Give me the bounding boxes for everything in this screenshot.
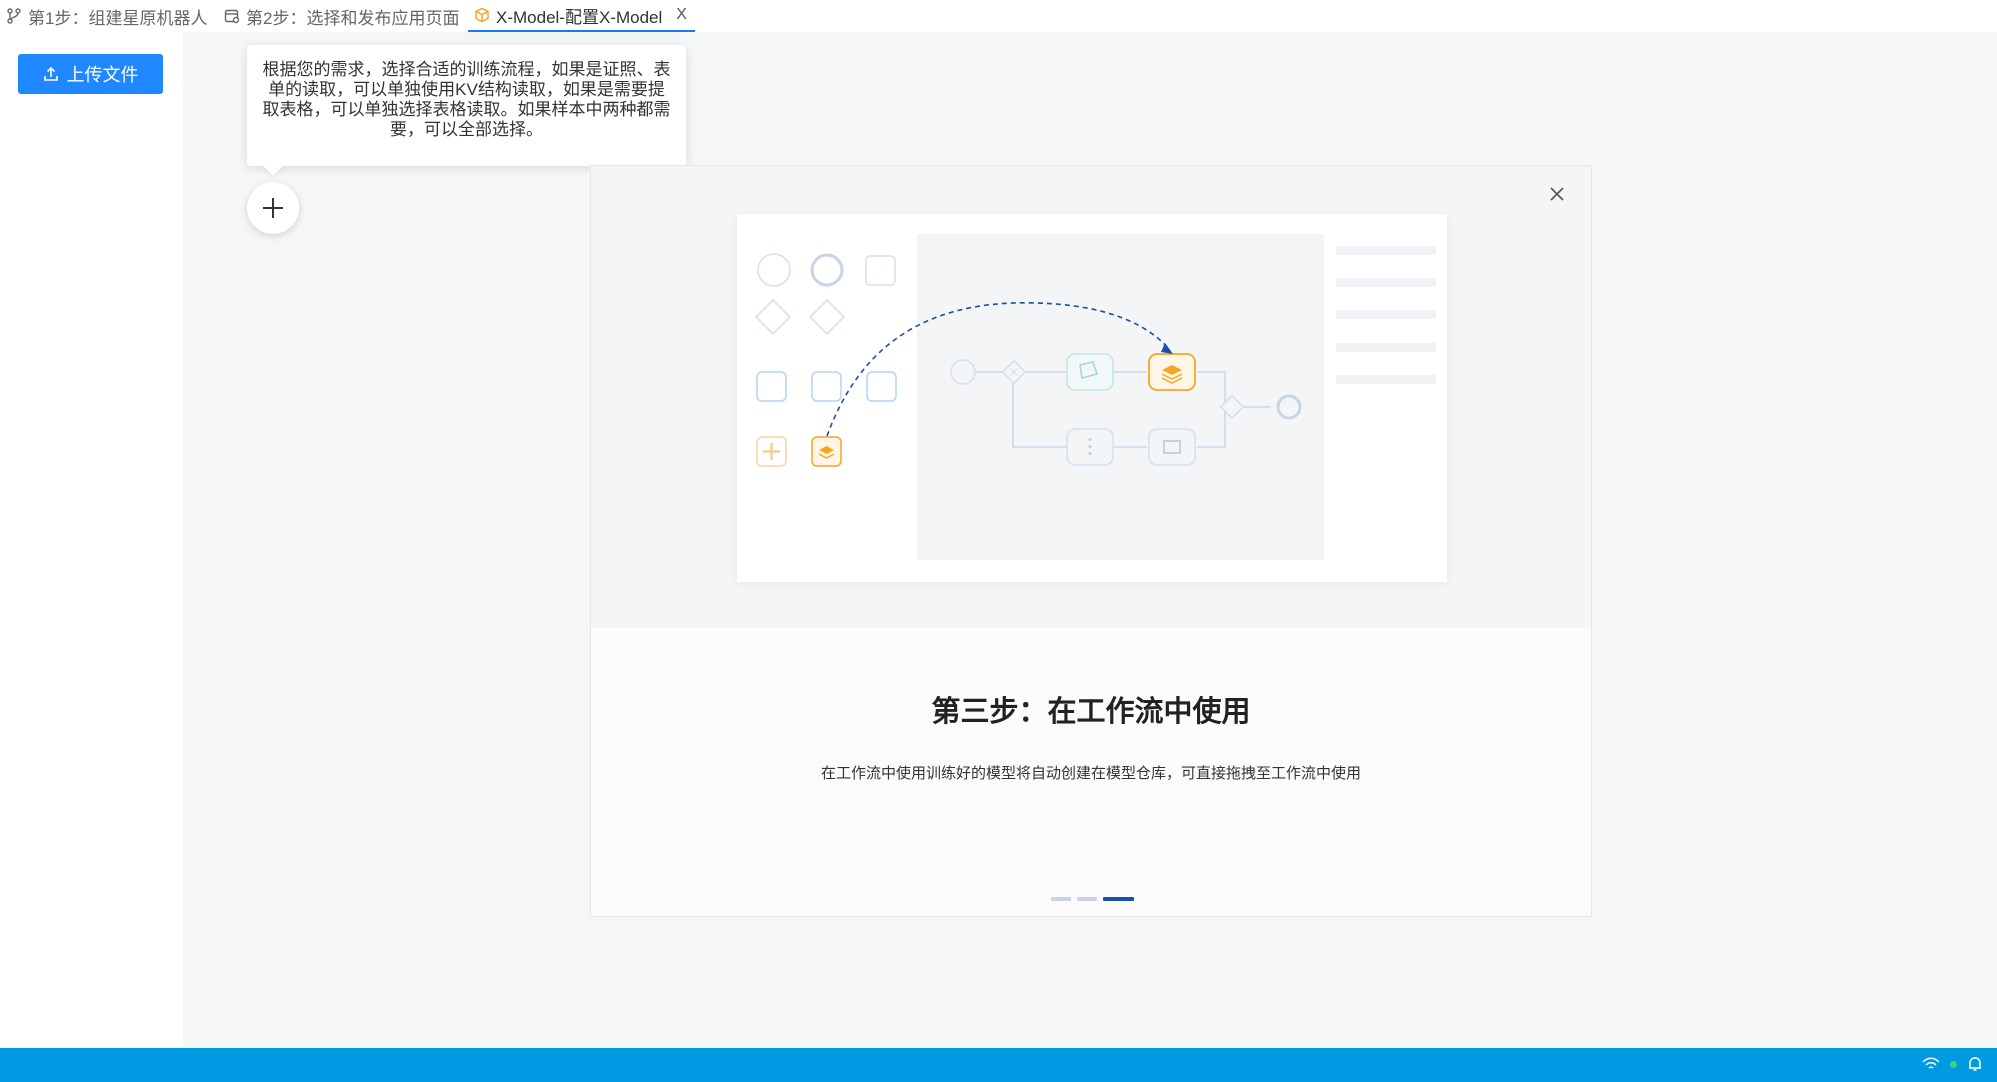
tooltip-text: 根据您的需求，选择合适的训练流程，如果是证照、表单的读取，可以单独使用KV结构读… bbox=[262, 60, 671, 139]
status-bar bbox=[0, 1048, 1997, 1082]
wifi-icon bbox=[1922, 1057, 1940, 1069]
add-button[interactable] bbox=[247, 182, 299, 234]
tooltip-arrow bbox=[262, 165, 284, 176]
flow-icon bbox=[7, 8, 21, 24]
step-dot-2[interactable] bbox=[1077, 897, 1097, 901]
workflow-illustration bbox=[737, 214, 1447, 582]
guide-title: 第三步：在工作流中使用 bbox=[931, 696, 1251, 728]
close-icon[interactable] bbox=[1543, 180, 1571, 208]
tab-label: 第2步：选择和发布应用页面 bbox=[246, 8, 460, 28]
guide-description: 在工作流中使用训练好的模型将自动创建在模型仓库，可直接拖拽至工作流中使用 bbox=[820, 765, 1361, 782]
tab-label: 第1步：组建星原机器人 bbox=[28, 8, 208, 28]
tab-step1[interactable]: 第1步：组建星原机器人 bbox=[6, 0, 207, 32]
upload-icon bbox=[43, 66, 58, 81]
upload-file-label: 上传文件 bbox=[66, 65, 139, 85]
tab-bar: 第1步：组建星原机器人 第2步：选择和发布应用页面 X-Model-配置X-Mo… bbox=[0, 0, 1997, 32]
step-dot-3[interactable] bbox=[1103, 897, 1134, 901]
guide-modal: 第三步：在工作流中使用 在工作流中使用训练好的模型将自动创建在模型仓库，可直接拖… bbox=[590, 165, 1592, 917]
status-dot-icon bbox=[1950, 1060, 1957, 1068]
cube-icon bbox=[475, 7, 489, 23]
tab-step2[interactable]: 第2步：选择和发布应用页面 bbox=[224, 0, 459, 32]
tab-close-icon[interactable]: X bbox=[676, 6, 687, 24]
tab-xmodel[interactable]: X-Model-配置X-Model X bbox=[468, 0, 695, 32]
plus-icon bbox=[263, 198, 283, 218]
sidebar: 上传文件 bbox=[0, 32, 183, 1048]
step-indicator bbox=[1051, 897, 1134, 901]
hint-tooltip: 根据您的需求，选择合适的训练流程，如果是证照、表单的读取，可以单独使用KV结构读… bbox=[247, 45, 686, 166]
bell-icon[interactable] bbox=[1967, 1056, 1983, 1072]
upload-file-button[interactable]: 上传文件 bbox=[18, 54, 163, 94]
tab-label: X-Model-配置X-Model bbox=[496, 7, 663, 27]
step-dot-1[interactable] bbox=[1051, 897, 1071, 901]
app-page-icon bbox=[224, 9, 240, 24]
